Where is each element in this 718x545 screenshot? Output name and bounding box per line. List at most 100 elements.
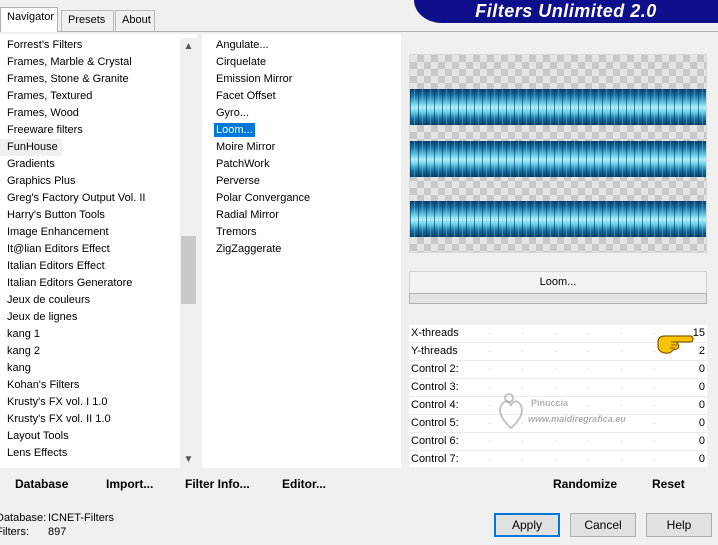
category-item[interactable]: kang [0, 360, 197, 377]
filter-item[interactable]: Polar Convergance [214, 190, 401, 207]
watermark-name: Pinuccia [531, 398, 569, 408]
category-item[interactable]: Frames, Textured [0, 88, 197, 105]
category-item[interactable]: kang 2 [0, 343, 197, 360]
watermark: Pinuccia www.maidiregrafica.eu [494, 392, 664, 440]
category-scrollbar[interactable]: ▲ ▼ [180, 38, 197, 468]
filter-preview [409, 54, 707, 253]
control-value: 0 [698, 417, 705, 429]
randomize-button[interactable]: Randomize [553, 477, 617, 491]
scroll-up-arrow-icon[interactable]: ▲ [180, 38, 197, 55]
category-item[interactable]: Graphics Plus [0, 173, 197, 190]
tab-navigator[interactable]: Navigator [0, 7, 58, 32]
scroll-thumb[interactable] [181, 236, 196, 304]
filter-item-label: PatchWork [216, 158, 270, 170]
control-slider-track[interactable] [489, 387, 677, 388]
filter-list[interactable]: Angulate... Cirquelate Emission Mirror Face… [202, 34, 401, 468]
filter-item-label: Loom... [214, 123, 255, 137]
filter-item[interactable]: PatchWork [214, 156, 401, 173]
filter-item-label: Polar Convergance [216, 192, 311, 204]
apply-button[interactable]: Apply [494, 513, 560, 537]
filters-count-label: Filters: [0, 526, 29, 538]
category-item[interactable]: It@lian Editors Effect [0, 241, 197, 258]
import-button[interactable]: Import... [106, 477, 153, 491]
filter-item[interactable]: Perverse [214, 173, 401, 190]
category-item[interactable]: Frames, Marble & Crystal [0, 54, 197, 71]
category-item[interactable]: Lens Effects [0, 445, 197, 462]
control-slider-track[interactable] [489, 441, 677, 442]
filter-item-label: ZigZaggerate [216, 243, 282, 255]
filters-count-value: 897 [48, 526, 67, 538]
preview-band-2 [410, 141, 706, 177]
database-value: ICNET-Filters [48, 512, 114, 524]
category-item[interactable]: Freeware filters [0, 122, 197, 139]
category-item[interactable]: Jeux de lignes [0, 309, 197, 326]
filter-item-label: Angulate... [216, 39, 269, 51]
cancel-button[interactable]: Cancel [570, 513, 636, 537]
control-label: X-threads [411, 327, 459, 339]
scroll-down-arrow-icon[interactable]: ▼ [180, 451, 197, 468]
filter-item[interactable]: Angulate... [214, 37, 401, 54]
control-slider-track[interactable] [489, 459, 677, 460]
category-item[interactable]: Gradients [0, 156, 197, 173]
category-item[interactable]: Layout Tools [0, 428, 197, 445]
filter-item[interactable]: Emission Mirror [214, 71, 401, 88]
filter-item[interactable]: Radial Mirror [214, 207, 401, 224]
action-bar: Database Import... Filter Info... Editor… [0, 470, 718, 500]
database-label: Database: [0, 512, 47, 524]
filter-info-button[interactable]: Filter Info... [185, 477, 250, 491]
tab-presets[interactable]: Presets [61, 10, 114, 31]
category-item[interactable]: Frames, Stone & Granite [0, 71, 197, 88]
control-label: Control 2: [411, 363, 459, 375]
filter-item[interactable]: Moire Mirror [214, 139, 401, 156]
watermark-heart-icon [499, 393, 523, 430]
filter-item-label: Cirquelate [216, 56, 267, 68]
control-value: 0 [698, 381, 705, 393]
category-item[interactable]: kang 1 [0, 326, 197, 343]
control-label: Control 5: [411, 417, 459, 429]
control-value: 2 [698, 345, 705, 357]
editor-button[interactable]: Editor... [282, 477, 326, 491]
filter-item-label: Perverse [216, 175, 261, 187]
category-item[interactable]: Krusty's FX vol. II 1.0 [0, 411, 197, 428]
control-label: Control 4: [411, 399, 459, 411]
category-item[interactable]: Italian Editors Generatore [0, 275, 197, 292]
category-item[interactable]: Jeux de couleurs [0, 292, 197, 309]
reset-button[interactable]: Reset [652, 477, 685, 491]
filter-item[interactable]: ZigZaggerate [214, 241, 401, 258]
control-value: 15 [692, 327, 705, 339]
tab-strip: Navigator Presets About [0, 0, 420, 32]
control-row[interactable]: Control 2: 0 [409, 361, 707, 379]
category-item[interactable]: Forrest's Filters [0, 37, 197, 54]
filter-item[interactable]: Facet Offset [214, 88, 401, 105]
filter-item[interactable]: Gyro... [214, 105, 401, 122]
filter-item[interactable]: Tremors [214, 224, 401, 241]
control-value: 0 [698, 453, 705, 465]
category-item[interactable]: Frames, Wood [0, 105, 197, 122]
category-item[interactable]: Image Enhancement [0, 224, 197, 241]
control-label: Y-threads [411, 345, 458, 357]
category-item[interactable]: FunHouse [0, 139, 62, 156]
tab-about[interactable]: About [115, 10, 155, 31]
database-button[interactable]: Database [15, 477, 68, 491]
control-value: 0 [698, 399, 705, 411]
current-filter-button[interactable]: Loom... [409, 271, 707, 294]
category-item[interactable]: Kohan's Filters [0, 377, 197, 394]
filter-item[interactable]: Cirquelate [214, 54, 401, 71]
help-button[interactable]: Help [646, 513, 712, 537]
category-list[interactable]: Forrest's Filters Frames, Marble & Crysta… [0, 34, 197, 468]
filter-item-label: Tremors [216, 226, 257, 238]
category-item[interactable]: Krusty's FX vol. I 1.0 [0, 394, 197, 411]
filter-item-label: Gyro... [216, 107, 250, 119]
control-slider-track[interactable] [489, 351, 677, 352]
category-item[interactable]: Harry's Button Tools [0, 207, 197, 224]
category-item[interactable]: Italian Editors Effect [0, 258, 197, 275]
control-value: 0 [698, 363, 705, 375]
filter-item-label: Moire Mirror [216, 141, 276, 153]
title-banner: Filters Unlimited 2.0 [414, 0, 718, 23]
database-status: Database:ICNET-Filters Filters: 897 [0, 511, 114, 539]
filter-item[interactable]: Loom... [214, 122, 401, 139]
control-slider-track[interactable] [489, 369, 677, 370]
control-row[interactable]: Control 7: 0 [409, 451, 707, 467]
category-item[interactable]: Greg's Factory Output Vol. II [0, 190, 197, 207]
control-slider-track[interactable] [489, 333, 677, 334]
